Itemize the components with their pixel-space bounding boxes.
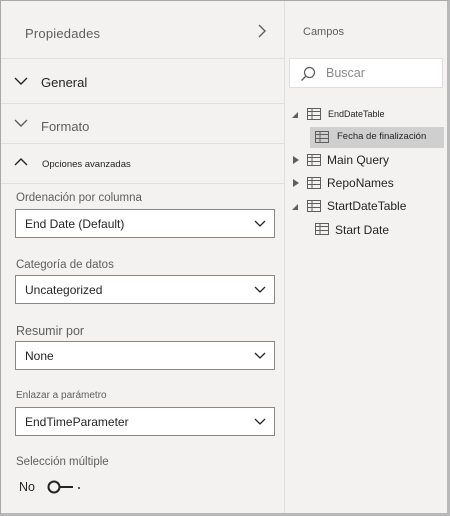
toggle-state-label: No [19,480,35,494]
table-icon [307,200,321,212]
sort-by-select[interactable]: End Date (Default) [15,209,275,238]
section-general-label: General [41,75,88,90]
chevron-down-icon [254,220,266,227]
tree-table-label: Main Query [327,153,390,167]
table-icon [307,108,321,120]
column-icon [315,223,329,235]
sort-by-value: End Date (Default) [25,217,125,231]
tree-table-label: StartDateTable [327,199,407,213]
expanded-triangle-icon[interactable] [291,111,299,119]
multi-select-toggle[interactable] [47,479,83,495]
multi-select-label: Selección múltiple [16,456,109,468]
properties-title: Propiedades [25,26,101,41]
chevron-down-icon [254,352,266,359]
section-formato-label: Formato [41,119,90,134]
collapsed-triangle-icon[interactable] [292,179,300,187]
collapsed-triangle-icon[interactable] [292,156,300,164]
fields-title: Campos [303,26,344,38]
tree-table-label: RepoNames [327,176,394,190]
summarize-value: None [25,349,54,363]
chevron-right-icon[interactable] [255,23,269,39]
chevron-down-icon [254,418,266,425]
summarize-select[interactable]: None [15,341,275,370]
summarize-label: Resumir por [16,324,85,338]
tree-table-enddatetable[interactable]: EndDateTable [285,104,446,124]
search-box[interactable] [289,58,443,88]
tree-table-reponames[interactable]: RepoNames [285,173,446,193]
table-icon [307,177,321,189]
tree-field-label: Fecha de finalización [337,131,427,142]
sort-by-label: Ordenación por columna [16,192,142,204]
search-input[interactable] [326,63,438,83]
properties-header: Propiedades [1,1,284,59]
chevron-up-icon [14,158,28,166]
tree-field-start-date[interactable]: Start Date [310,219,444,239]
tree-field-fecha-finalizacion[interactable]: Fecha de finalización [310,127,444,147]
chevron-down-icon [14,77,28,85]
data-category-label: Categoría de datos [16,259,114,271]
section-formato[interactable]: Formato [1,104,284,144]
tree-table-main-query[interactable]: Main Query [285,150,446,170]
chevron-down-icon [14,119,28,127]
tree-table-startdatetable[interactable]: StartDateTable [285,196,446,216]
column-icon [315,131,329,143]
section-opciones-avanzadas[interactable]: Opciones avanzadas [1,144,284,184]
search-icon [301,66,316,81]
tree-table-label: EndDateTable [328,109,385,119]
table-icon [307,154,321,166]
expanded-triangle-icon[interactable] [291,203,299,211]
bind-parameter-select[interactable]: EndTimeParameter [15,407,275,436]
bind-parameter-value: EndTimeParameter [25,415,129,429]
section-avanzadas-label: Opciones avanzadas [42,159,131,170]
tree-field-label: Start Date [335,223,390,237]
section-general[interactable]: General [1,60,284,104]
bind-parameter-label: Enlazar a parámetro [16,390,107,401]
fields-pane: Campos EndDateTable Fecha de finalizació… [285,1,446,513]
data-category-value: Uncategorized [25,283,103,297]
data-category-select[interactable]: Uncategorized [15,275,275,304]
properties-pane: Propiedades General Formato Opciones ava… [1,1,284,513]
chevron-down-icon [254,286,266,293]
